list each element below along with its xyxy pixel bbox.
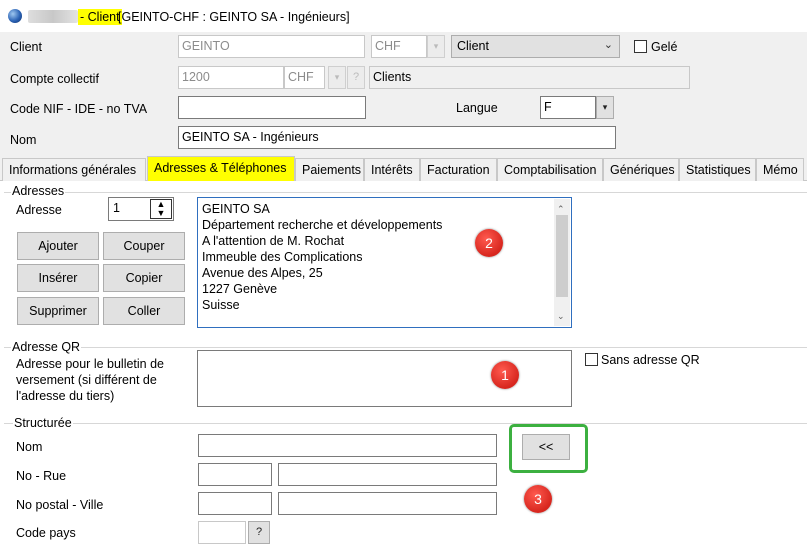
structuree-ville-label: No postal - Ville bbox=[16, 498, 104, 512]
structuree-nom-label: Nom bbox=[16, 440, 43, 454]
adresses-group-line bbox=[4, 192, 807, 193]
address-line: 1227 Genève bbox=[202, 282, 278, 296]
structuree-nom-field[interactable] bbox=[198, 434, 497, 457]
structuree-no-field[interactable] bbox=[198, 463, 272, 486]
nom-label: Nom bbox=[10, 133, 37, 147]
adresse-qr-description: Adresse pour le bulletin de versement (s… bbox=[16, 357, 165, 403]
tab-bar: Informations générales Adresses & Téléph… bbox=[0, 156, 807, 181]
structuree-pays-field[interactable] bbox=[198, 521, 246, 544]
address-line: Suisse bbox=[202, 298, 240, 312]
annotation-badge-3: 3 bbox=[524, 485, 552, 513]
adresse-qr-group-line bbox=[4, 347, 807, 348]
structuree-group-label: Structurée bbox=[13, 416, 73, 430]
tab-panel: Adresses Adresse 1 ▲ ▼ Ajouter Couper Ins… bbox=[0, 181, 807, 554]
adresse-qr-group-label: Adresse QR bbox=[11, 340, 82, 354]
annotation-badge-2: 2 bbox=[475, 229, 503, 257]
gele-checkbox[interactable] bbox=[634, 40, 647, 53]
nom-field[interactable]: GEINTO SA - Ingénieurs bbox=[178, 126, 616, 149]
inserer-button[interactable]: Insérer bbox=[17, 264, 99, 292]
client-label: Client bbox=[10, 40, 42, 54]
compte-dropdown-icon[interactable]: ▾ bbox=[328, 66, 346, 89]
sans-adresse-qr-checkbox[interactable] bbox=[585, 353, 598, 366]
window-title-highlight: - Client bbox=[78, 9, 122, 25]
tab-interets[interactable]: Intérêts bbox=[364, 158, 420, 181]
address-line: Immeuble des Complications bbox=[202, 250, 363, 264]
compte-name-field: Clients bbox=[369, 66, 690, 89]
annotation-badge-1: 1 bbox=[491, 361, 519, 389]
structuree-npa-field[interactable] bbox=[198, 492, 272, 515]
tab-facturation[interactable]: Facturation bbox=[420, 158, 497, 181]
title-bar: - Client [GEINTO-CHF : GEINTO SA - Ingén… bbox=[0, 0, 807, 32]
tab-memo[interactable]: Mémo bbox=[756, 158, 804, 181]
copier-button[interactable]: Copier bbox=[103, 264, 185, 292]
copy-to-structured-button[interactable]: << bbox=[522, 434, 570, 460]
tab-informations-generales[interactable]: Informations générales bbox=[2, 158, 146, 181]
client-currency-dropdown-icon[interactable]: ▾ bbox=[427, 35, 445, 58]
compte-number-field[interactable]: 1200 bbox=[178, 66, 284, 89]
address-line: Département recherche et développements bbox=[202, 218, 443, 232]
langue-label: Langue bbox=[456, 101, 498, 115]
adresses-group-label: Adresses bbox=[11, 184, 66, 198]
app-icon bbox=[8, 9, 22, 23]
tab-comptabilisation[interactable]: Comptabilisation bbox=[497, 158, 603, 181]
client-type-select[interactable]: Client ⌄ bbox=[451, 35, 620, 58]
nif-field[interactable] bbox=[178, 96, 366, 119]
client-code-field[interactable]: GEINTO bbox=[178, 35, 365, 58]
adresse-label: Adresse bbox=[16, 203, 62, 217]
langue-dropdown-icon[interactable]: ▾ bbox=[596, 96, 614, 119]
window-title: [GEINTO-CHF : GEINTO SA - Ingénieurs] bbox=[118, 10, 350, 24]
structuree-rue-field[interactable] bbox=[278, 463, 497, 486]
structuree-rue-label: No - Rue bbox=[16, 469, 67, 483]
structuree-pays-label: Code pays bbox=[16, 526, 76, 540]
address-scrollbar[interactable]: ⌃ ⌄ bbox=[554, 199, 570, 326]
sans-adresse-qr-label: Sans adresse QR bbox=[601, 353, 700, 367]
couper-button[interactable]: Couper bbox=[103, 232, 185, 260]
client-currency-field[interactable]: CHF bbox=[371, 35, 427, 58]
tab-statistiques[interactable]: Statistiques bbox=[679, 158, 756, 181]
langue-field[interactable]: F bbox=[540, 96, 596, 119]
blurred-app-name bbox=[28, 10, 78, 23]
nif-label: Code NIF - IDE - no TVA bbox=[10, 102, 148, 116]
ajouter-button[interactable]: Ajouter bbox=[17, 232, 99, 260]
coller-button[interactable]: Coller bbox=[103, 297, 185, 325]
adresse-index-value: 1 bbox=[113, 201, 120, 215]
address-line: A l'attention de M. Rochat bbox=[202, 234, 345, 248]
tab-generiques[interactable]: Génériques bbox=[603, 158, 679, 181]
supprimer-button[interactable]: Supprimer bbox=[17, 297, 99, 325]
structuree-ville-field[interactable] bbox=[278, 492, 497, 515]
scroll-down-icon[interactable]: ⌄ bbox=[557, 308, 565, 324]
chevron-down-icon: ⌄ bbox=[603, 39, 613, 51]
tab-adresses-telephones[interactable]: Adresses & Téléphones bbox=[147, 156, 295, 181]
spinner-arrows-icon[interactable]: ▲ ▼ bbox=[150, 199, 172, 219]
gele-label: Gelé bbox=[651, 40, 678, 54]
address-line: GEINTO SA bbox=[202, 202, 270, 216]
structuree-group-line bbox=[4, 423, 807, 424]
client-type-value: Client bbox=[457, 39, 489, 53]
pays-help-button[interactable]: ? bbox=[248, 521, 270, 544]
address-line: Avenue des Alpes, 25 bbox=[202, 266, 323, 280]
compte-currency-field[interactable]: CHF bbox=[284, 66, 325, 89]
compte-collectif-label: Compte collectif bbox=[10, 72, 99, 86]
compte-help-button[interactable]: ? bbox=[347, 66, 365, 89]
address-textarea[interactable]: GEINTO SA Département recherche et dével… bbox=[197, 197, 572, 328]
tab-paiements[interactable]: Paiements bbox=[295, 158, 364, 181]
scrollbar-thumb[interactable] bbox=[556, 215, 568, 297]
